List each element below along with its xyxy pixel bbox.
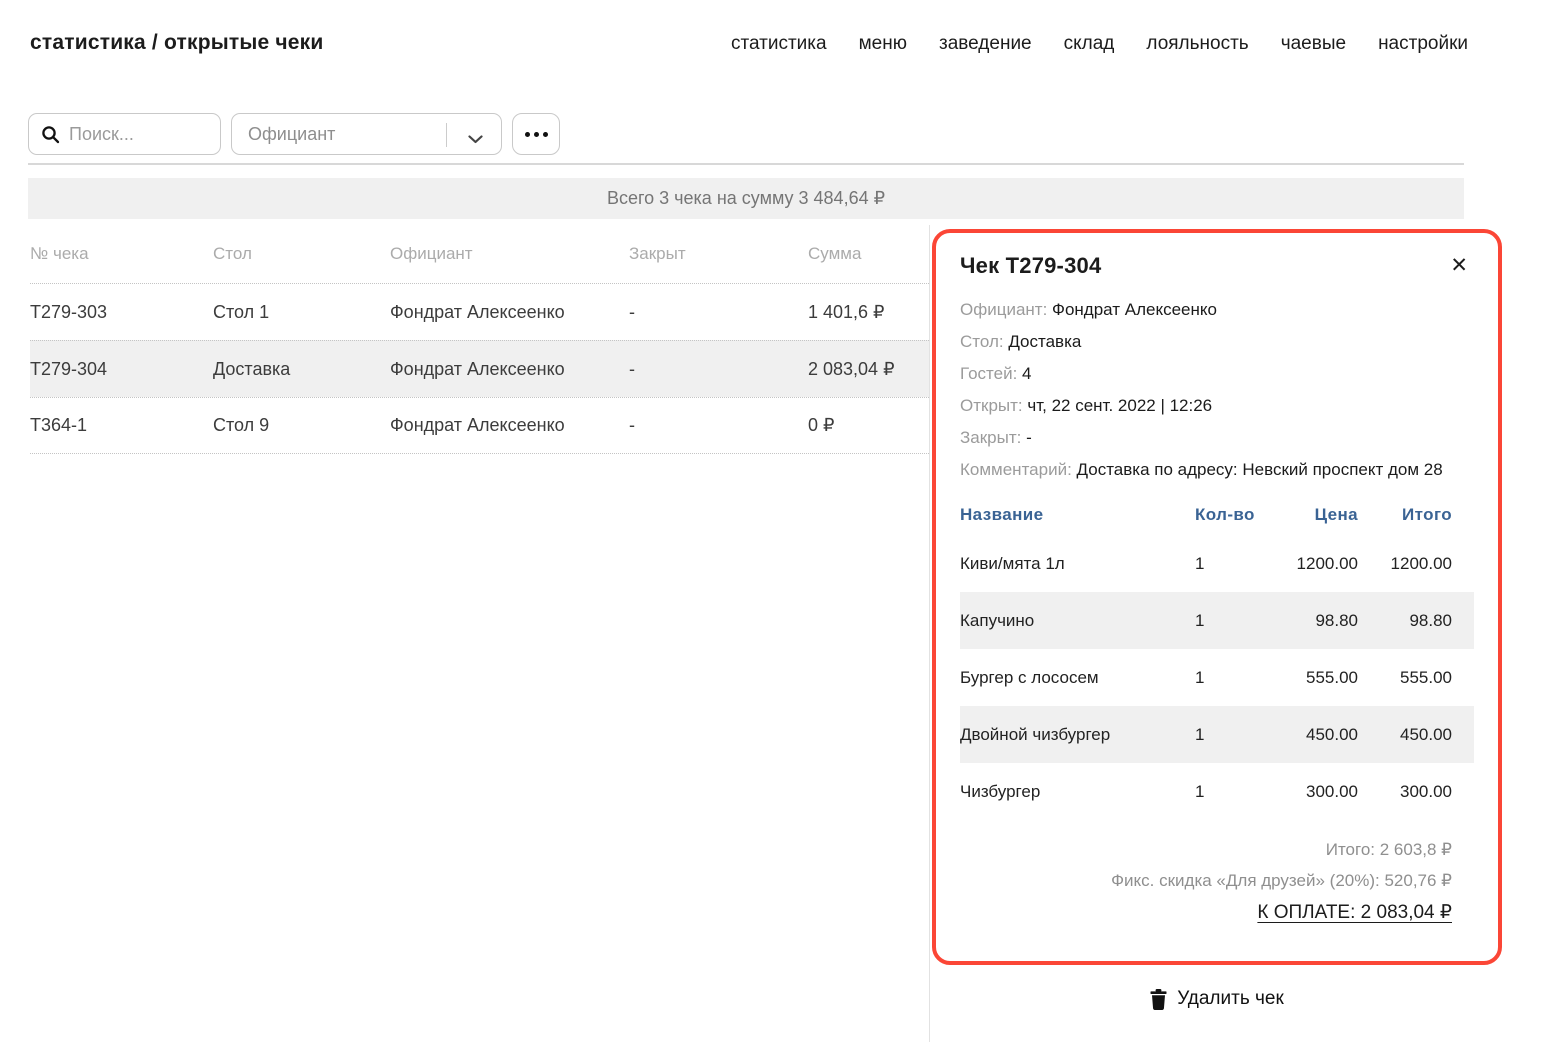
nav-item-warehouse[interactable]: склад [1064,33,1115,55]
summary-bar: Всего 3 чека на сумму 3 484,64 ₽ [28,178,1464,219]
item-row: Бургер с лососем 1 555.00 555.00 [960,649,1474,706]
item-price: 300.00 [1260,782,1358,802]
field-table: Стол: Доставка [960,326,1474,358]
close-icon[interactable]: ✕ [1444,253,1474,278]
col-table: Стол [213,244,390,264]
item-name: Бургер с лососем [960,668,1195,688]
check-fields: Официант: Фондрат Алексеенко Стол: Доста… [960,294,1474,486]
items-col-qty: Кол-во [1195,505,1260,525]
check-number: T279-303 [30,302,213,323]
item-qty: 1 [1195,782,1260,802]
item-qty: 1 [1195,554,1260,574]
more-options-button[interactable] [512,113,560,155]
field-closed: Закрыт: - [960,422,1474,454]
check-closed: - [629,415,808,436]
search-box[interactable] [28,113,221,155]
items-col-price: Цена [1260,505,1358,525]
check-sum: 2 083,04 ₽ [808,359,929,380]
check-table: Доставка [213,359,390,380]
waiter-filter-value: Официант [248,124,335,145]
col-check-number: № чека [30,244,213,264]
search-icon [41,125,60,144]
check-closed: - [629,302,808,323]
item-row: Двойной чизбургер 1 450.00 450.00 [960,706,1474,763]
items-col-total: Итого [1358,505,1474,525]
check-number: T364-1 [30,415,213,436]
check-table: Стол 9 [213,415,390,436]
check-closed: - [629,359,808,380]
check-sum: 1 401,6 ₽ [808,302,929,323]
check-items-table: Название Кол-во Цена Итого Киви/мята 1л … [960,495,1474,820]
trash-icon [1150,989,1167,1010]
select-divider [446,123,447,147]
checks-table-header: № чека Стол Официант Закрыт Сумма [30,225,929,283]
item-price: 450.00 [1260,725,1358,745]
delete-check-button[interactable]: Удалить чек [932,988,1502,1010]
field-waiter: Официант: Фондрат Алексеенко [960,294,1474,326]
item-row: Киви/мята 1л 1 1200.00 1200.00 [960,535,1474,592]
toolbar-divider [28,163,1464,165]
table-row[interactable]: T279-303 Стол 1 Фондрат Алексеенко - 1 4… [30,283,929,340]
item-row: Капучино 1 98.80 98.80 [960,592,1474,649]
ellipsis-icon [525,132,530,137]
item-price: 1200.00 [1260,554,1358,574]
item-name: Киви/мята 1л [960,554,1195,574]
nav-item-statistics[interactable]: статистика [731,33,827,55]
breadcrumb: статистика / открытые чеки [30,31,324,55]
item-qty: 1 [1195,725,1260,745]
check-title: Чек T279-304 [960,253,1101,279]
nav-item-settings[interactable]: настройки [1378,33,1468,55]
nav-item-menu[interactable]: меню [859,33,907,55]
filters-toolbar: Официант [28,113,560,155]
item-total: 555.00 [1358,668,1474,688]
item-qty: 1 [1195,668,1260,688]
field-comment: Комментарий: Доставка по адресу: Невский… [960,454,1474,486]
item-total: 300.00 [1358,782,1474,802]
nav-item-venue[interactable]: заведение [939,33,1032,55]
check-sum: 0 ₽ [808,415,929,436]
item-price: 98.80 [1260,611,1358,631]
table-row-selected[interactable]: T279-304 Доставка Фондрат Алексеенко - 2… [30,340,929,397]
amount-to-pay: К ОПЛАТЕ: 2 083,04 ₽ [960,901,1452,924]
top-navigation: статистика меню заведение склад лояльнос… [731,33,1468,55]
open-checks-page: статистика / открытые чеки статистика ме… [0,0,1564,1042]
field-guests: Гостей: 4 [960,358,1474,390]
search-input[interactable] [69,124,208,145]
check-totals: Итого: 2 603,8 ₽ Фикс. скидка «Для друзе… [960,834,1474,924]
item-price: 555.00 [1260,668,1358,688]
chevron-down-icon [468,131,483,149]
field-opened: Открыт: чт, 22 сент. 2022 | 12:26 [960,390,1474,422]
col-sum: Сумма [808,244,929,264]
nav-item-loyalty[interactable]: лояльность [1146,33,1248,55]
item-name: Двойной чизбургер [960,725,1195,745]
items-col-name: Название [960,505,1195,525]
panel-divider-line [929,225,930,1042]
item-row: Чизбургер 1 300.00 300.00 [960,763,1474,820]
item-qty: 1 [1195,611,1260,631]
item-total: 450.00 [1358,725,1474,745]
item-name: Чизбургер [960,782,1195,802]
item-total: 1200.00 [1358,554,1474,574]
delete-check-label: Удалить чек [1177,988,1284,1010]
summary-text: Всего 3 чека на сумму 3 484,64 ₽ [607,188,885,209]
check-table: Стол 1 [213,302,390,323]
check-detail-panel: Чек T279-304 ✕ Официант: Фондрат Алексее… [932,229,1502,965]
nav-item-tips[interactable]: чаевые [1281,33,1346,55]
item-total: 98.80 [1358,611,1474,631]
check-waiter: Фондрат Алексеенко [390,302,629,323]
check-waiter: Фондрат Алексеенко [390,359,629,380]
check-number: T279-304 [30,359,213,380]
subtotal: Итого: 2 603,8 ₽ [960,834,1452,865]
waiter-filter-select[interactable]: Официант [231,113,502,155]
col-closed: Закрыт [629,244,808,264]
check-waiter: Фондрат Алексеенко [390,415,629,436]
discount: Фикс. скидка «Для друзей» (20%): 520,76 … [960,865,1452,896]
item-name: Капучино [960,611,1195,631]
items-header: Название Кол-во Цена Итого [960,495,1474,535]
col-waiter: Официант [390,244,629,264]
checks-table: № чека Стол Официант Закрыт Сумма T279-3… [30,225,929,454]
table-row[interactable]: T364-1 Стол 9 Фондрат Алексеенко - 0 ₽ [30,397,929,454]
